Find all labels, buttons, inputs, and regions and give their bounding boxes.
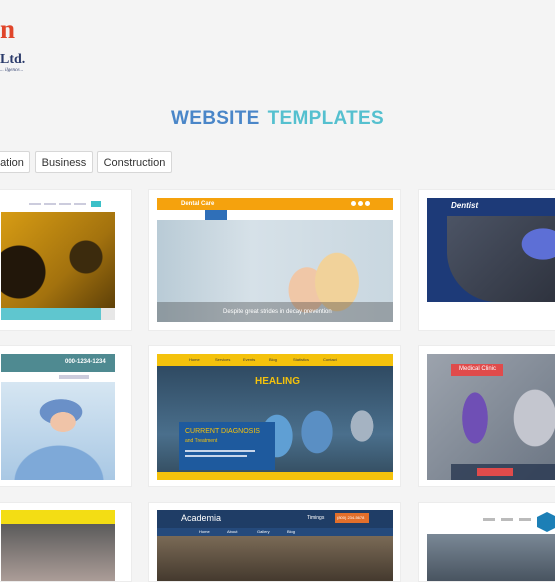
template-phone: 000-1234-1234 (65, 359, 106, 365)
template-nav-item: About (227, 529, 238, 534)
filter-construction-button[interactable]: Construction (97, 151, 172, 173)
template-nav-item: Home (189, 357, 200, 362)
template-nav-item: Statistics (293, 357, 310, 362)
template-caption: Despite great strides in decay preventio… (223, 309, 332, 315)
template-nav-item: Blog (269, 357, 278, 362)
template-nav-item: Contact (323, 357, 337, 362)
template-card-healing[interactable]: Home Services Events Blog Statistics Con… (148, 345, 401, 487)
template-title: HEALING (255, 376, 300, 387)
template-box-title: CURRENT DIAGNOSIS (185, 428, 260, 435)
template-brand: Academia (181, 513, 222, 523)
section-heading: WEBSITE TEMPLATES (0, 108, 555, 130)
template-preview (1, 198, 115, 320)
template-brand: Dentist (451, 201, 479, 210)
template-nav-item: Gallery (257, 529, 270, 534)
template-phone: (800) 234-5678 (337, 515, 365, 520)
logo-letter: n (0, 14, 16, 44)
template-preview: Home Services Events Blog Statistics Con… (157, 354, 393, 480)
template-brand: Dental Care (181, 201, 215, 207)
template-timings: Timings (307, 515, 325, 521)
template-nav-item: Home (199, 529, 210, 534)
template-card-academia[interactable]: Academia Timings (800) 234-5678 Home Abo… (148, 502, 401, 582)
template-card-medical-clinic[interactable]: Medical Clinic (418, 345, 555, 487)
template-preview: Dental Care Despite great strides in dec… (157, 198, 393, 322)
template-preview: Medical Clinic (427, 354, 555, 480)
logo-tagline: ... ilgence... (0, 68, 24, 73)
template-card-dentist[interactable]: Dentist (418, 189, 555, 331)
template-card-yellow[interactable] (0, 502, 132, 582)
filter-business-button[interactable]: Business (35, 151, 93, 173)
logo-company-suffix: Ltd. (0, 52, 26, 67)
template-card-science[interactable] (0, 189, 132, 331)
template-card-blue[interactable] (418, 502, 555, 582)
template-card-surgery[interactable]: 000-1234-1234 (0, 345, 132, 487)
template-preview (1, 510, 115, 581)
template-preview: Dentist (427, 198, 555, 320)
filter-education-button[interactable]: ation (0, 151, 30, 173)
template-box-subtitle: and Treatment (185, 438, 218, 444)
heading-word-website: WEBSITE (170, 108, 260, 129)
template-nav-item: Events (243, 357, 256, 362)
template-preview: 000-1234-1234 (1, 354, 115, 480)
template-preview (427, 510, 555, 581)
heading-word-templates: TEMPLATES (267, 108, 385, 129)
template-nav-item: Blog (287, 529, 296, 534)
template-badge: Medical Clinic (459, 366, 497, 372)
template-card-dental-care[interactable]: Dental Care Despite great strides in dec… (148, 189, 401, 331)
template-preview: Academia Timings (800) 234-5678 Home Abo… (157, 510, 393, 581)
template-nav-item: Services (215, 357, 231, 362)
